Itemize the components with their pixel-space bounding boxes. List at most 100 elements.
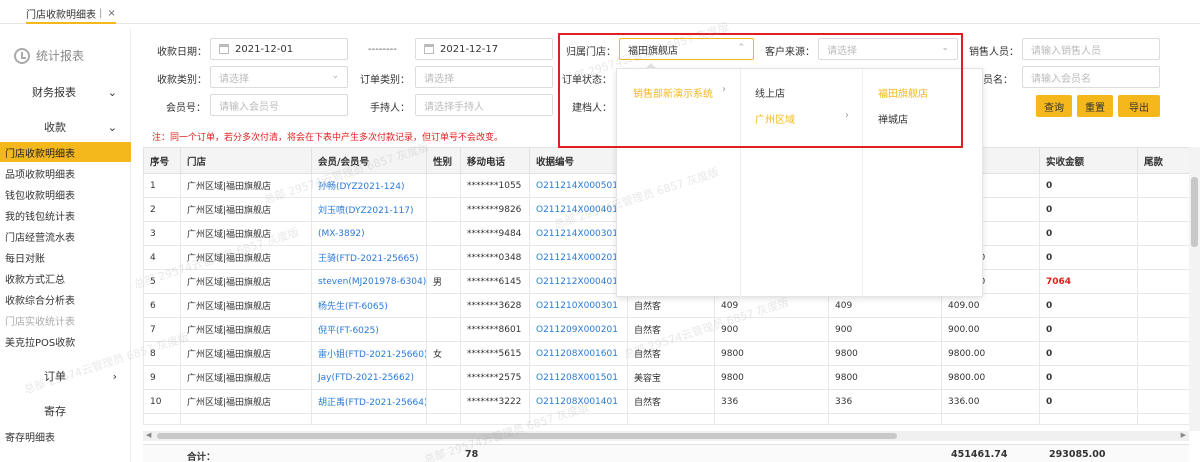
table-cell	[941, 413, 1040, 425]
table-cell[interactable]: O211210X000301	[529, 293, 628, 318]
scroll-right-icon[interactable]: ▶	[1181, 431, 1186, 439]
horizontal-scrollbar[interactable]: ◀ ▶	[143, 431, 1189, 441]
date-start-field[interactable]: 2021-12-01	[210, 38, 348, 60]
sidebar-item-wallet-receipt[interactable]: 钱包收款明细表	[0, 184, 131, 204]
table-cell: 0	[1039, 317, 1138, 342]
scroll-left-icon[interactable]: ◀	[146, 431, 151, 439]
table-row[interactable]: 9 广州区域|福田旗舰店 Jay(FTD-2021-25662) *******257…	[143, 365, 1190, 390]
tab-bar: 门店收款明细表 | ×	[0, 0, 1200, 24]
table-cell: 0	[1039, 293, 1138, 318]
table-cell: 336.00	[941, 389, 1040, 414]
table-cell: 6	[143, 293, 181, 318]
sidebar-item-pos-receipt[interactable]: 美克拉POS收款	[0, 331, 131, 351]
table-cell[interactable]: 倪平(FT-6025)	[311, 317, 427, 342]
member-name-input[interactable]: 请输入会员名	[1022, 66, 1160, 88]
calendar-icon	[424, 44, 434, 54]
col-header[interactable]: 尾款	[1137, 147, 1190, 174]
table-cell[interactable]: 刘玉喷(DYZ2021-117)	[311, 197, 427, 222]
table-cell: 广州区域|福田旗舰店	[180, 389, 312, 414]
tab-store-receipt-detail[interactable]: 门店收款明细表 | ×	[26, 4, 116, 24]
reset-button[interactable]: 重置	[1077, 95, 1113, 117]
order-type-label: 订单类别：	[360, 75, 410, 86]
col-header[interactable]: 会员/会员号	[311, 147, 427, 174]
seller-placeholder: 请输入销售人员	[1031, 45, 1101, 57]
highlight-box	[558, 33, 963, 148]
table-cell: 自然客	[627, 341, 715, 366]
table-cell: 0	[1039, 245, 1138, 270]
table-cell[interactable]: O211214X000501	[529, 173, 628, 198]
table-cell[interactable]: O211208X001601	[529, 341, 628, 366]
sidebar-item-my-wallet[interactable]: 我的钱包统计表	[0, 205, 131, 225]
table-cell[interactable]: 雷小姐(FTD-2021-25660)	[311, 341, 427, 366]
table-cell: 336	[714, 389, 829, 414]
table-cell[interactable]: O211214X000401	[529, 197, 628, 222]
table-cell: 9800	[828, 365, 942, 390]
table-cell: 女	[426, 341, 461, 366]
sidebar-item-daily-check[interactable]: 每日对账	[0, 247, 131, 267]
sidebar-item-product-receipt[interactable]: 品项收款明细表	[0, 163, 131, 183]
table-cell: *******5615	[460, 341, 530, 366]
table-cell[interactable]: O211212X000401	[529, 269, 628, 294]
sidebar-group-receipt[interactable]: 收款 ⌄	[0, 117, 131, 137]
table-cell: 0	[1039, 389, 1138, 414]
col-header[interactable]: 收据编号	[529, 147, 628, 174]
holder-select[interactable]: 请选择手持人	[415, 94, 553, 116]
table-cell: 广州区域|福田旗舰店	[180, 365, 312, 390]
sidebar-item-store-flow[interactable]: 门店经营流水表	[0, 226, 131, 246]
table-cell	[1137, 293, 1190, 318]
table-cell	[143, 413, 181, 425]
table-cell: 广州区域|福田旗舰店	[180, 221, 312, 246]
sidebar-item-receipt-analysis[interactable]: 收款综合分析表	[0, 289, 131, 309]
sidebar-item-payment-summary[interactable]: 收款方式汇总	[0, 268, 131, 288]
tab-divider: |	[99, 7, 103, 19]
table-cell[interactable]: O211209X000201	[529, 317, 628, 342]
table-cell: 自然客	[627, 389, 715, 414]
sidebar-group-order[interactable]: 订单 ›	[0, 366, 131, 386]
col-header[interactable]: 实收金额	[1039, 147, 1138, 174]
order-type-select[interactable]: 请选择	[415, 66, 553, 88]
sidebar-group-finance[interactable]: 财务报表 ⌄	[0, 82, 131, 102]
close-icon[interactable]: ×	[107, 8, 115, 19]
table-row[interactable]: 8 广州区域|福田旗舰店 雷小姐(FTD-2021-25660) 女 *******56…	[143, 341, 1190, 366]
search-button[interactable]: 查询	[1036, 95, 1072, 117]
sidebar-item-store-receipt[interactable]: 门店收款明细表	[0, 142, 131, 162]
export-button[interactable]: 导出	[1118, 95, 1160, 117]
col-header[interactable]: 序号	[143, 147, 181, 174]
table-cell: 9	[143, 365, 181, 390]
date-end-field[interactable]: 2021-12-17	[415, 38, 553, 60]
table-cell: 9800.00	[941, 341, 1040, 366]
table-cell[interactable]: (MX-3892)	[311, 221, 427, 246]
col-header[interactable]: 移动电话	[460, 147, 530, 174]
sidebar-group-storage[interactable]: 寄存	[0, 401, 131, 421]
scrollbar-thumb[interactable]	[1191, 177, 1198, 247]
table-cell[interactable]: 胡正禹(FTD-2021-25664)	[311, 389, 427, 414]
seller-input[interactable]: 请输入销售人员	[1022, 38, 1160, 60]
table-cell: 广州区域|福田旗舰店	[180, 293, 312, 318]
col-header[interactable]: 门店	[180, 147, 312, 174]
sidebar-item-storage-detail[interactable]: 寄存明细表	[0, 426, 131, 446]
table-cell[interactable]: O211208X001401	[529, 389, 628, 414]
table-cell: 0	[1039, 173, 1138, 198]
sidebar-item-store-actual[interactable]: 门店实收统计表	[0, 310, 131, 330]
table-cell: 男	[426, 269, 461, 294]
table-cell[interactable]: 王骑(FTD-2021-25665)	[311, 245, 427, 270]
table-row[interactable]: 7 广州区域|福田旗舰店 倪平(FT-6025) *******8601 O211209…	[143, 317, 1190, 342]
table-row-partial	[143, 413, 1190, 425]
chevron-right-icon: ›	[112, 369, 117, 383]
sidebar: 统计报表 财务报表 ⌄ 收款 ⌄ 门店收款明细表 品项收款明细表 钱包收款明细表…	[0, 28, 131, 462]
member-no-input[interactable]: 请输入会员号	[210, 94, 348, 116]
table-cell[interactable]: Jay(FTD-2021-25662)	[311, 365, 427, 390]
table-cell[interactable]: O211214X000201	[529, 245, 628, 270]
table-cell[interactable]: 孙畅(DYZ2021-124)	[311, 173, 427, 198]
vertical-scrollbar[interactable]	[1189, 147, 1200, 431]
totals-amount: 451461.74	[951, 449, 1008, 460]
table-cell[interactable]: O211208X001501	[529, 365, 628, 390]
table-cell[interactable]: O211214X000301	[529, 221, 628, 246]
table-cell[interactable]: 杨先生(FT-6065)	[311, 293, 427, 318]
scrollbar-thumb[interactable]	[157, 433, 897, 439]
receipt-type-select[interactable]: 请选择 ⌄	[210, 66, 348, 88]
table-cell: 9800	[714, 341, 829, 366]
col-header[interactable]: 性别	[426, 147, 461, 174]
table-cell[interactable]: steven(MJ201978-6304)	[311, 269, 427, 294]
table-row[interactable]: 10 广州区域|福田旗舰店 胡正禹(FTD-2021-25664) *******32…	[143, 389, 1190, 414]
